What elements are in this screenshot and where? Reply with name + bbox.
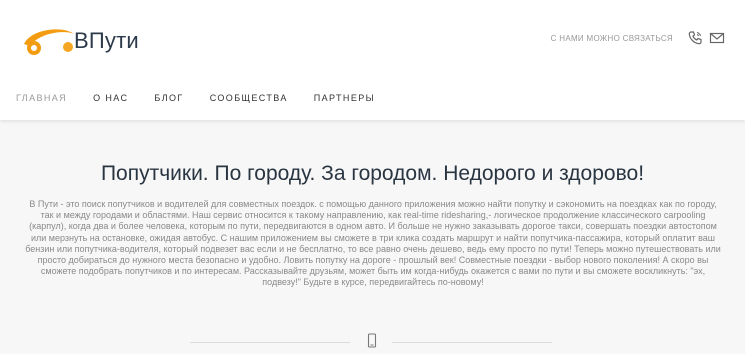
logo-icon [18,24,78,58]
smartphone-icon [366,333,378,349]
main-nav: Главная О нас Блог Сообщества Партнеры [16,93,401,103]
page-title: Попутчики. По городу. За городом. Недоро… [100,162,645,185]
logo-text: ВПути [74,28,139,53]
mail-icon[interactable] [709,30,725,46]
intro-text: В Пути - это поиск попутчиков и водителе… [25,199,721,288]
nav-item-about[interactable]: О нас [93,93,128,103]
contact-label: С нами можно связаться [550,33,673,43]
nav-item-communities[interactable]: Сообщества [210,93,288,103]
site-header: ВПути С нами можно связаться Главная О н… [0,0,745,120]
nav-item-blog[interactable]: Блог [154,93,183,103]
divider-line-right [392,342,552,343]
nav-item-home[interactable]: Главная [16,93,67,103]
phone-icon[interactable] [687,30,703,46]
contact-block: С нами можно связаться [551,30,725,46]
nav-item-partners[interactable]: Партнеры [314,93,375,103]
divider-line-left [190,342,350,343]
logo[interactable]: ВПути [18,24,139,58]
